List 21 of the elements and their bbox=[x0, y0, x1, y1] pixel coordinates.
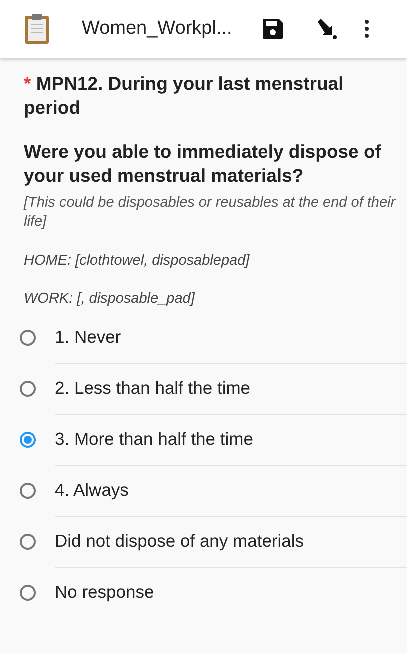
answer-note: HOME: [clothtowel, disposablepad] bbox=[24, 252, 251, 270]
option-label[interactable]: 4. Always bbox=[55, 480, 129, 500]
radio-button[interactable] bbox=[20, 534, 36, 550]
question-text: Were you able to immediately dispose of your used menstrual materials? bbox=[24, 140, 382, 188]
question-label: * MPN12. During your last menstrual period bbox=[24, 72, 345, 120]
clipboard-icon bbox=[24, 13, 50, 45]
option-label[interactable]: 1. Never bbox=[55, 326, 122, 348]
radio-button[interactable] bbox=[20, 380, 36, 396]
option-label[interactable]: Did not dispose of any materials bbox=[55, 530, 304, 552]
radio-button[interactable] bbox=[20, 584, 36, 600]
form-title: Women_Workpl... bbox=[82, 18, 232, 40]
radio-button[interactable] bbox=[20, 330, 36, 346]
hint-text: [This could be disposables or reusables at the end of their life] bbox=[24, 194, 397, 232]
option-label[interactable]: 3. More than half the time bbox=[55, 428, 254, 450]
radio-button[interactable] bbox=[20, 432, 36, 448]
option-label[interactable]: 2. Less than half the time bbox=[55, 378, 251, 398]
answer-note: WORK: [, disposable_pad] bbox=[24, 290, 196, 308]
arrow-icon bbox=[316, 18, 338, 40]
more-options-icon bbox=[365, 20, 370, 38]
option-label[interactable]: No response bbox=[55, 582, 154, 602]
radio-button[interactable] bbox=[20, 482, 36, 498]
